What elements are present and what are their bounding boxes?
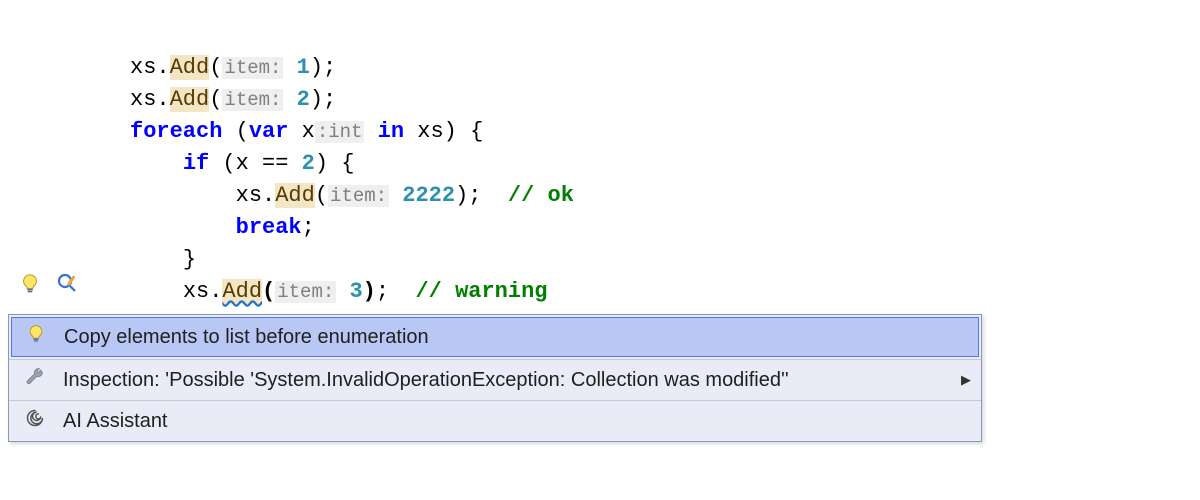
gutter-actions [18,272,80,296]
popup-item-ai-assistant[interactable]: AI Assistant [9,401,981,441]
popup-item-copy-elements[interactable]: Copy elements to list before enumeration [11,317,979,357]
method-call-warning: Add [222,279,262,304]
quick-fix-popup: Copy elements to list before enumeration… [8,314,982,442]
param-hint: item: [222,57,283,79]
param-hint: item: [328,185,389,207]
code-line-2: xs.Add(item: 2); [130,87,336,112]
type-hint: :int [315,121,365,143]
popup-item-label: Copy elements to list before enumeration [64,326,429,349]
code-line-5: xs.Add(item: 2222); // ok [130,183,574,208]
spiral-icon [25,408,45,434]
method-call: Add [275,183,315,208]
wrench-icon [25,367,45,393]
param-hint: item: [275,281,336,303]
code-line-4: if (x == 2) { [130,151,354,176]
magnifier-pencil-icon[interactable] [56,272,80,296]
popup-item-inspection[interactable]: Inspection: 'Possible 'System.InvalidOpe… [9,360,981,400]
code-editor[interactable]: xs.Add(item: 1); xs.Add(item: 2); foreac… [0,0,1200,308]
lightbulb-icon [26,324,46,350]
method-call: Add [170,87,210,112]
lightbulb-icon[interactable] [18,272,42,296]
comment: // warning [415,279,547,304]
code-line-7: } [130,247,196,272]
popup-item-label: AI Assistant [63,410,168,433]
comment: // ok [508,183,574,208]
method-call: Add [170,55,210,80]
param-hint: item: [222,89,283,111]
code-line-8: xs.Add(item: 3); // warning [130,279,548,304]
code-line-1: xs.Add(item: 1); [130,55,336,80]
code-line-6: break; [130,215,315,240]
code-line-3: foreach (var x:int in xs) { [130,119,483,144]
popup-item-label: Inspection: 'Possible 'System.InvalidOpe… [63,369,789,392]
chevron-right-icon: ▶ [961,372,971,388]
